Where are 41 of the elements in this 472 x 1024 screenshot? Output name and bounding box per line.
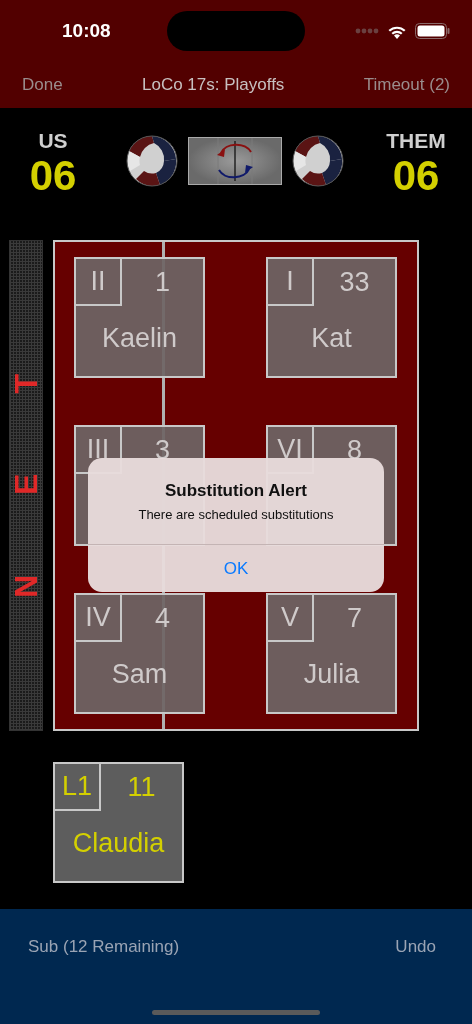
team-label: US: [38, 129, 68, 153]
position-label: II: [76, 259, 122, 306]
player-name: Sam: [110, 657, 169, 691]
team-label: THEM: [386, 129, 446, 153]
jersey-number: 4: [154, 602, 171, 635]
done-button[interactable]: Done: [22, 75, 63, 95]
signal-icon: [355, 28, 379, 34]
player-card[interactable]: L1 11 Claudia: [53, 762, 184, 883]
jersey-number: 3: [154, 434, 171, 467]
team-score[interactable]: 06: [392, 153, 440, 199]
net-label: NET: [7, 293, 45, 600]
volleyball-icon: [125, 135, 178, 187]
rotate-icon[interactable]: [187, 137, 282, 185]
jersey-number: 7: [346, 602, 363, 635]
ok-button[interactable]: OK: [88, 544, 384, 592]
volleyball-icon: [291, 135, 344, 187]
timeout-button[interactable]: Timeout (2): [363, 75, 450, 95]
position-label: V: [268, 595, 314, 642]
team-score[interactable]: 06: [29, 153, 77, 199]
undo-button[interactable]: Undo: [395, 937, 436, 959]
player-name: Kaelin: [100, 321, 179, 355]
jersey-number: 1: [154, 266, 171, 299]
jersey-number: 11: [126, 771, 157, 804]
position-label: I: [268, 259, 314, 306]
jersey-number: 33: [338, 266, 371, 299]
player-card[interactable]: IV 4 Sam: [74, 593, 205, 714]
player-name: Kat: [310, 321, 353, 355]
player-card[interactable]: V 7 Julia: [266, 593, 397, 714]
jersey-number: 8: [346, 434, 363, 467]
battery-icon: [415, 23, 450, 39]
status-time: 10:08: [62, 20, 112, 42]
player-name: Claudia: [71, 826, 166, 860]
sub-button[interactable]: Sub (12 Remaining): [28, 937, 180, 959]
player-card[interactable]: I 33 Kat: [266, 257, 397, 378]
position-label: L1: [55, 764, 101, 811]
position-label: IV: [76, 595, 122, 642]
alert-message: There are scheduled substitutions: [138, 507, 334, 522]
player-name: Julia: [302, 657, 361, 691]
alert-title: Substitution Alert: [165, 481, 307, 501]
match-title: LoCo 17s: Playoffs: [142, 75, 285, 95]
player-card[interactable]: II 1 Kaelin: [74, 257, 205, 378]
